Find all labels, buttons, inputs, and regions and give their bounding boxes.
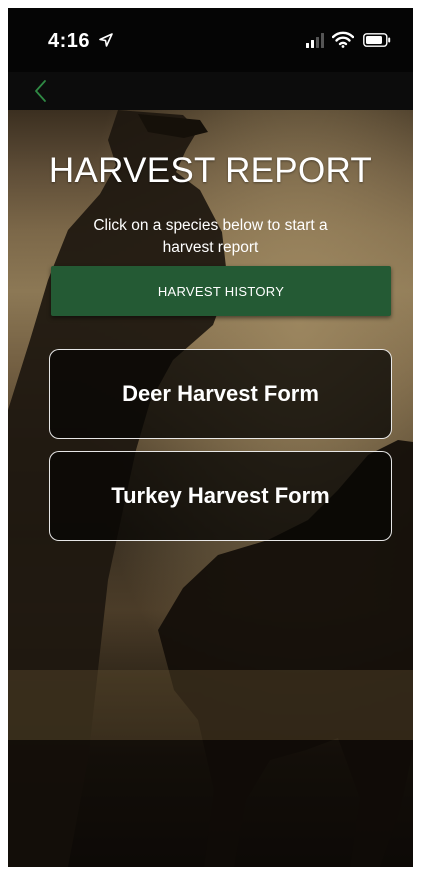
deer-harvest-form-button[interactable]: Deer Harvest Form	[49, 349, 392, 439]
status-bar: 4:16	[8, 8, 413, 72]
phone-screen: 4:16 HARVEST REPORT Click on a species b…	[8, 8, 413, 867]
cellular-signal-icon	[306, 33, 324, 48]
back-chevron-icon[interactable]	[30, 78, 52, 104]
navigation-bar	[8, 72, 413, 110]
location-arrow-icon	[99, 33, 113, 47]
wifi-icon	[332, 31, 354, 48]
page-title: HARVEST REPORT	[48, 151, 373, 190]
turkey-harvest-form-button[interactable]: Turkey Harvest Form	[49, 451, 392, 541]
harvest-history-button[interactable]: HARVEST HISTORY	[51, 266, 391, 316]
status-time: 4:16	[48, 30, 91, 52]
battery-icon	[363, 33, 391, 47]
page-subtitle: Click on a species below to start a harv…	[93, 217, 328, 256]
